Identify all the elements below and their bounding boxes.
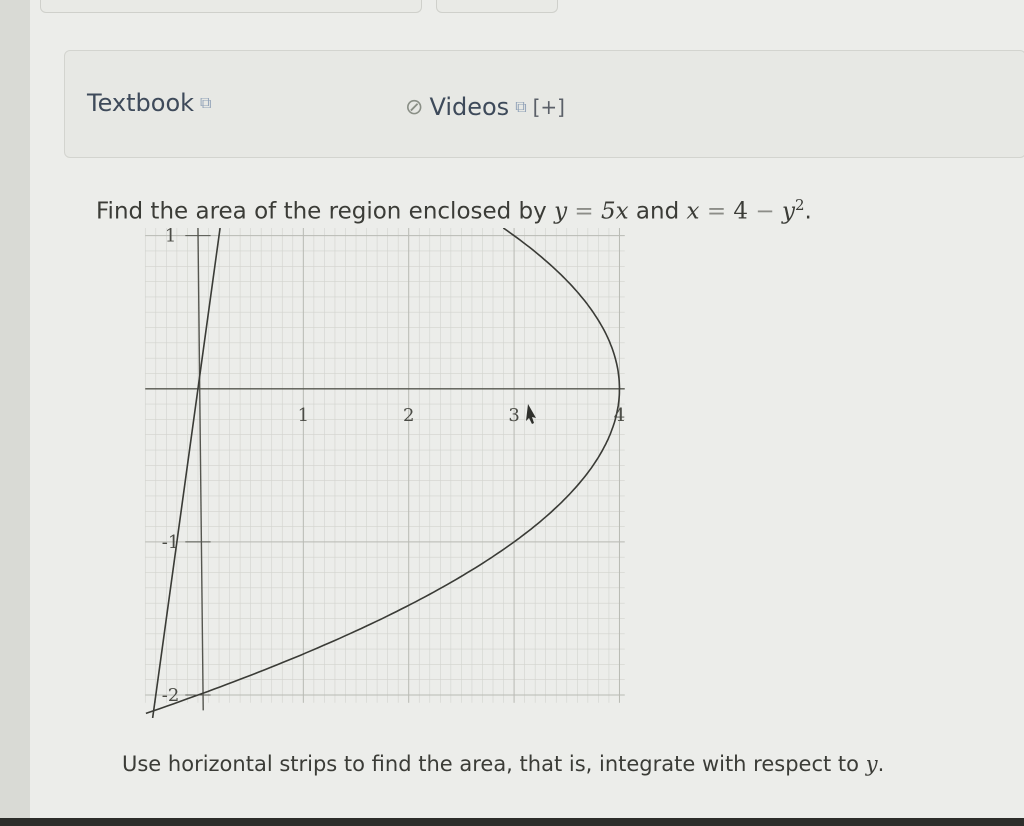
region-graph: 1 2 3 4 1 -1 -2 [144, 228, 625, 718]
y-tick-label: -1 [162, 532, 180, 553]
videos-link[interactable]: ⊘ Videos ⧉ [+] [405, 93, 565, 121]
line-y-equals-5x [151, 228, 221, 718]
eq2-var: y [781, 198, 795, 225]
instruction-end: . [877, 752, 885, 776]
x-tick-label: 3 [508, 405, 519, 426]
paperclip-icon: ⊘ [405, 94, 424, 120]
videos-label: Videos [429, 93, 510, 121]
instruction-text: Use horizontal strips to find the area, … [122, 752, 884, 776]
textbook-label: Textbook [87, 89, 195, 117]
minus-sign: − [755, 198, 775, 225]
x-tick-label: 4 [614, 405, 625, 426]
eq2-const: 4 [733, 198, 749, 225]
textbook-link[interactable]: Textbook ⧉ [87, 89, 211, 117]
x-tick-label: 2 [403, 405, 414, 426]
bottom-edge [0, 818, 1024, 826]
x-tick-label: 1 [298, 405, 309, 426]
y-axis [197, 228, 204, 711]
external-link-icon: ⧉ [200, 93, 212, 112]
parabola-x-equals-4-minus-y-squared [145, 228, 621, 715]
tick-labels: 1 2 3 4 1 -1 -2 [162, 228, 625, 706]
instruction-body: Use horizontal strips to find the area, … [122, 752, 859, 776]
problem-prefix: Find the area of the region enclosed by [96, 198, 547, 225]
top-tab-right [436, 0, 558, 13]
problem-end: . [804, 198, 812, 225]
curves [145, 228, 621, 718]
eq1-rhs: 5x [601, 198, 629, 225]
equals-sign: = [706, 198, 727, 225]
mouse-cursor-icon [526, 404, 536, 424]
external-link-icon: ⧉ [515, 97, 527, 116]
expand-toggle[interactable]: [+] [533, 95, 565, 119]
connector: and [635, 198, 680, 225]
eq1-lhs: y [554, 198, 568, 225]
axes [145, 228, 625, 711]
grid [144, 228, 625, 703]
y-tick-label: 1 [165, 228, 176, 247]
resource-panel: Textbook ⧉ ⊘ Videos ⧉ [+] [64, 50, 1024, 158]
equals-sign: = [574, 198, 594, 225]
top-tab-left [40, 0, 422, 13]
eq2-exp: 2 [794, 196, 805, 214]
instruction-var: y [865, 752, 878, 776]
problem-statement: Find the area of the region enclosed by … [96, 196, 812, 225]
eq2-lhs: x [686, 198, 700, 225]
y-tick-label: -2 [162, 685, 180, 706]
